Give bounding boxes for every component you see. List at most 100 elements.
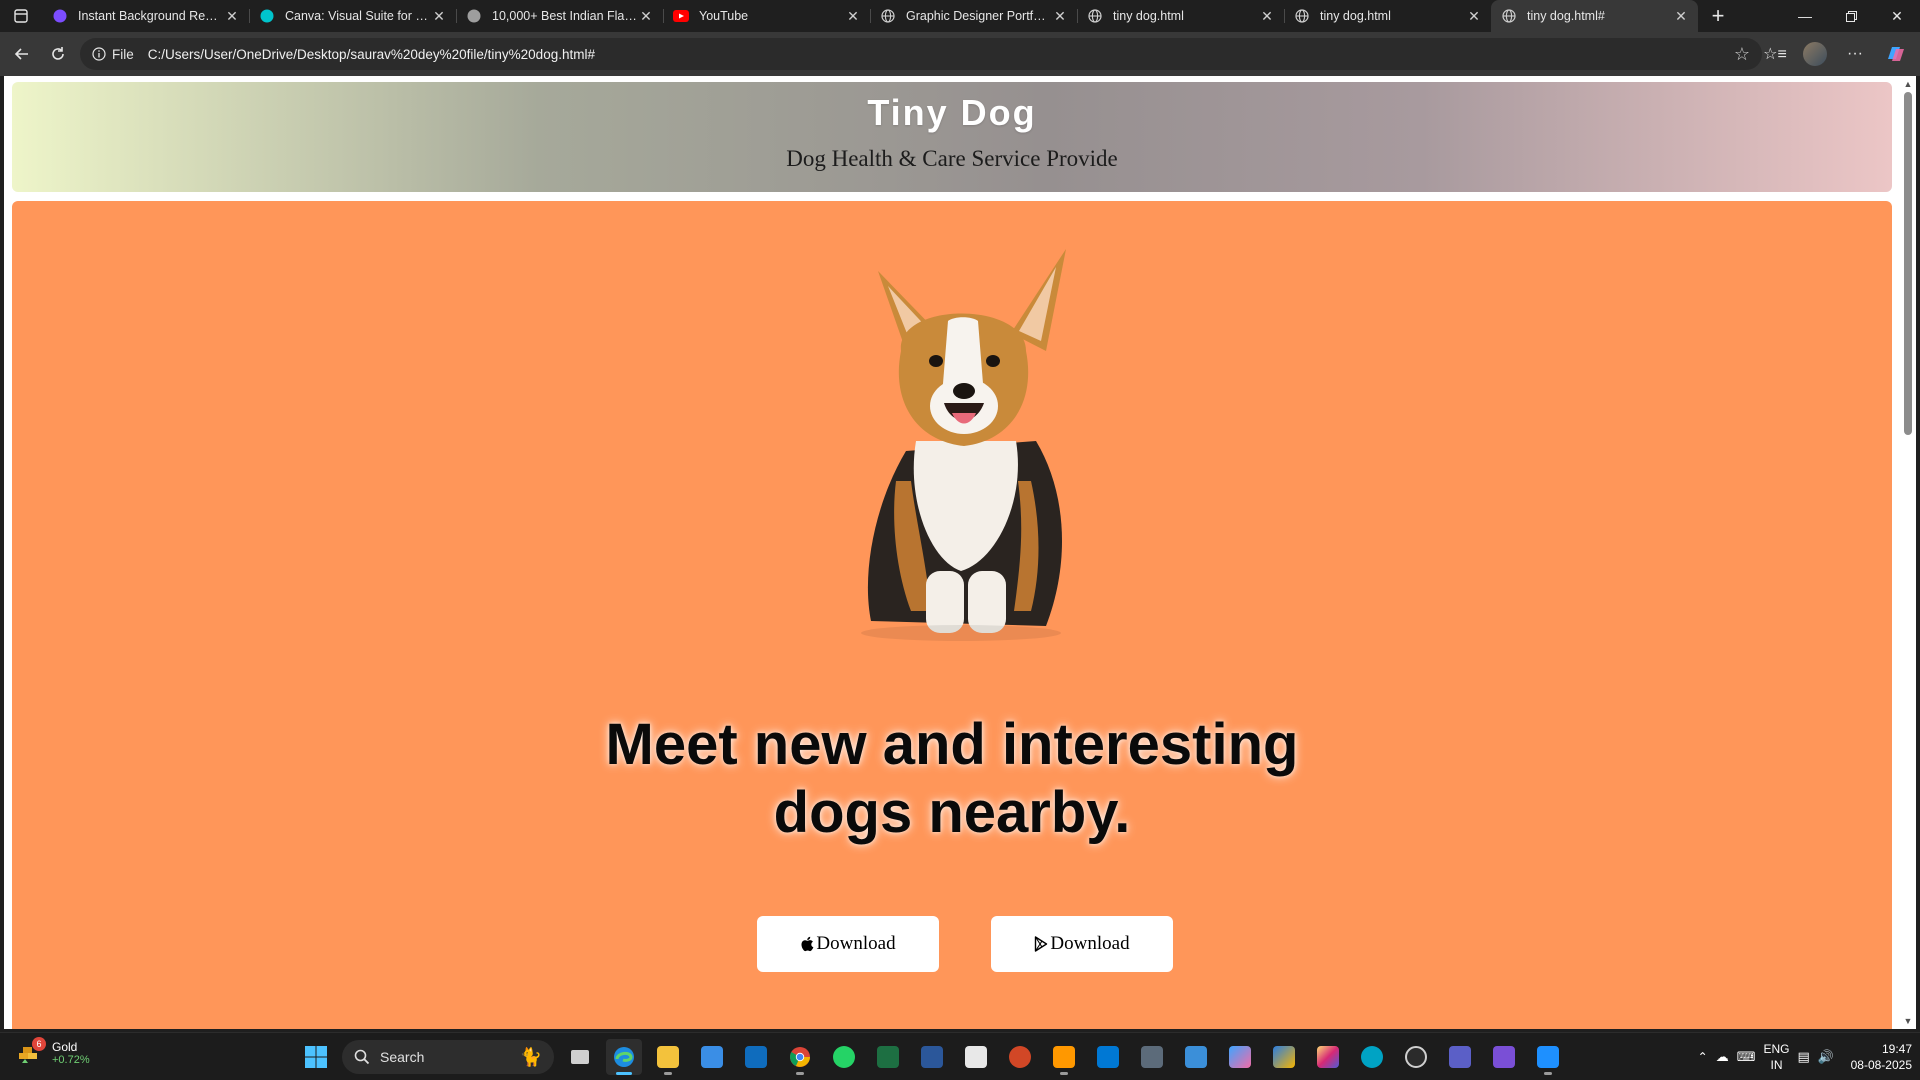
chrome-icon — [790, 1047, 810, 1067]
chatgpt-button[interactable] — [1398, 1039, 1434, 1075]
scroll-up-icon[interactable]: ▲ — [1903, 79, 1913, 89]
back-button[interactable] — [4, 38, 40, 70]
close-window-button[interactable]: ✕ — [1874, 0, 1920, 32]
new-tab-button[interactable]: + — [1698, 0, 1738, 32]
canva-icon — [259, 8, 275, 24]
store-button[interactable] — [694, 1039, 730, 1075]
hero-headline: Meet new and interesting dogs nearby. — [12, 711, 1892, 847]
tab-close-icon[interactable]: ✕ — [1672, 8, 1690, 25]
globe-icon — [1087, 8, 1103, 24]
file-explorer-button[interactable] — [650, 1039, 686, 1075]
excel-button[interactable] — [870, 1039, 906, 1075]
sublime-text-button[interactable] — [1046, 1039, 1082, 1075]
browser-tab[interactable]: tiny dog.html# ✕ — [1491, 0, 1698, 32]
calculator-button[interactable] — [1134, 1039, 1170, 1075]
browser-tab[interactable]: tiny dog.html ✕ — [1077, 0, 1284, 32]
tab-close-icon[interactable]: ✕ — [637, 8, 655, 25]
copilot-button[interactable] — [1878, 38, 1912, 70]
window-controls: — ✕ — [1782, 0, 1920, 32]
browser-tab[interactable]: Graphic Designer Portfolio ✕ — [870, 0, 1077, 32]
tab-close-icon[interactable]: ✕ — [1465, 8, 1483, 25]
snipping-tool-button[interactable] — [1530, 1039, 1566, 1075]
pixabay-icon — [466, 8, 482, 24]
network-icon[interactable]: ▤ — [1798, 1049, 1810, 1065]
folder-icon — [657, 1046, 679, 1068]
microsoft-store-icon — [1097, 1046, 1119, 1068]
language-indicator[interactable]: ENG IN — [1764, 1041, 1790, 1073]
tab-close-icon[interactable]: ✕ — [1258, 8, 1276, 25]
canva-app-button[interactable] — [1354, 1039, 1390, 1075]
clipchamp-button[interactable] — [1486, 1039, 1522, 1075]
outlook-icon — [745, 1046, 767, 1068]
whatsapp-button[interactable] — [826, 1039, 862, 1075]
tab-actions-button[interactable] — [0, 0, 42, 32]
restore-button[interactable] — [1828, 0, 1874, 32]
search-icon — [354, 1049, 370, 1065]
corgi-dog-image — [861, 249, 1066, 641]
google-play-download-button[interactable]: Download — [991, 916, 1173, 972]
tab-title: Instant Background Remov — [78, 9, 223, 23]
tray-overflow-icon[interactable]: ⌃ — [1698, 1050, 1708, 1064]
teams-button[interactable] — [1442, 1039, 1478, 1075]
plus-icon: + — [1711, 3, 1725, 28]
tab-close-icon[interactable]: ✕ — [844, 8, 862, 25]
browser-tab[interactable]: 10,000+ Best Indian Flag Im ✕ — [456, 0, 663, 32]
browser-tab[interactable]: tiny dog.html ✕ — [1284, 0, 1491, 32]
edge-taskbar-button[interactable] — [606, 1039, 642, 1075]
vertical-scrollbar[interactable]: ▲ ▼ — [1900, 76, 1916, 1029]
apple-download-button[interactable]: Download — [757, 916, 939, 972]
outlook-button[interactable] — [738, 1039, 774, 1075]
remove-bg-icon — [52, 8, 68, 24]
powerpoint-icon — [1009, 1046, 1031, 1068]
volume-icon[interactable]: 🔊 — [1818, 1049, 1834, 1065]
news-button[interactable] — [958, 1039, 994, 1075]
url-text[interactable]: C:/Users/User/OneDrive/Desktop/saurav%20… — [148, 47, 1734, 62]
chatgpt-icon — [1405, 1046, 1427, 1068]
more-icon: ··· — [1847, 45, 1863, 62]
minimize-button[interactable]: — — [1782, 0, 1828, 32]
profile-button[interactable] — [1798, 38, 1832, 70]
more-menu-button[interactable]: ··· — [1838, 38, 1872, 70]
browser-tab[interactable]: Canva: Visual Suite for Even ✕ — [249, 0, 456, 32]
notepad-icon — [1185, 1046, 1207, 1068]
clock[interactable]: 19:47 08-08-2025 — [1842, 1041, 1912, 1073]
widget-badge: 6 — [32, 1037, 46, 1051]
close-icon: ✕ — [1891, 7, 1903, 24]
chrome-button[interactable] — [782, 1039, 818, 1075]
address-bar[interactable]: File C:/Users/User/OneDrive/Desktop/saur… — [80, 38, 1762, 70]
excel-icon — [877, 1046, 899, 1068]
taskbar-search[interactable]: Search 🐈 — [342, 1040, 554, 1074]
word-icon — [921, 1046, 943, 1068]
refresh-button[interactable] — [40, 38, 76, 70]
tab-close-icon[interactable]: ✕ — [1051, 8, 1069, 25]
snipping-tool-icon — [1537, 1046, 1559, 1068]
globe-icon — [1294, 8, 1310, 24]
site-info-button[interactable]: File — [92, 47, 134, 62]
scrollbar-thumb[interactable] — [1904, 92, 1912, 435]
microsoft-store-button[interactable] — [1090, 1039, 1126, 1075]
apple-icon — [801, 936, 814, 952]
restore-icon — [1845, 10, 1857, 22]
browser-tab[interactable]: Instant Background Remov ✕ — [42, 0, 249, 32]
copilot-app-button[interactable] — [1222, 1039, 1258, 1075]
word-button[interactable] — [914, 1039, 950, 1075]
photos-button[interactable] — [1266, 1039, 1302, 1075]
copilot-app-icon — [1229, 1046, 1251, 1068]
browser-tab[interactable]: YouTube ✕ — [663, 0, 870, 32]
gold-widget[interactable]: 6 Gold +0.72% — [16, 1037, 90, 1067]
tab-close-icon[interactable]: ✕ — [223, 8, 241, 25]
system-tray: ⌃ ☁ ⌨ ENG IN ▤ 🔊 19:47 08-08-2025 — [1698, 1039, 1912, 1075]
onedrive-icon[interactable]: ☁ — [1716, 1049, 1729, 1065]
task-view-button[interactable] — [562, 1039, 598, 1075]
favorites-button[interactable]: ☆≡ — [1758, 38, 1792, 70]
tab-close-icon[interactable]: ✕ — [430, 8, 448, 25]
instagram-button[interactable] — [1310, 1039, 1346, 1075]
notepad-button[interactable] — [1178, 1039, 1214, 1075]
keyboard-icon[interactable]: ⌨ — [1737, 1049, 1756, 1065]
favorite-star-icon[interactable]: ☆ — [1734, 44, 1750, 65]
start-button[interactable] — [298, 1039, 334, 1075]
powerpoint-button[interactable] — [1002, 1039, 1038, 1075]
apple-download-label: Download — [816, 933, 896, 954]
tab-title: 10,000+ Best Indian Flag Im — [492, 9, 637, 23]
scroll-down-icon[interactable]: ▼ — [1903, 1016, 1913, 1026]
